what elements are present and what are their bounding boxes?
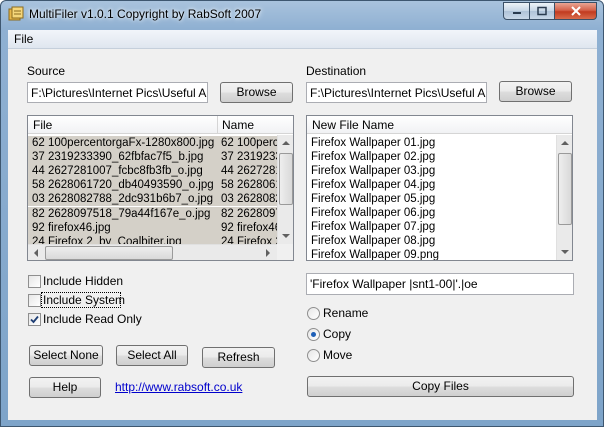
- rename-radio-label[interactable]: Rename: [323, 306, 368, 320]
- close-button[interactable]: [554, 2, 597, 20]
- name-cell: 82 2628097: [221, 207, 277, 220]
- name-cell: 44 2627281(: [221, 165, 277, 178]
- select-all-button[interactable]: Select All: [116, 345, 188, 366]
- column-divider[interactable]: [217, 116, 218, 134]
- file-cell: 58 2628061720_db40493590_o.jpg: [32, 179, 214, 192]
- rename-pattern-input[interactable]: 'Firefox Wallpaper |snt1-00|'.|oe: [306, 273, 574, 295]
- name-cell: 62 100perce: [221, 137, 277, 149]
- file-cell: 62 100percentorgaFx-1280x800.jpg: [32, 137, 215, 149]
- file-cell: 37 2319233390_62fbfac7f5_b.jpg: [32, 151, 204, 164]
- source-hscroll-thumb[interactable]: [45, 246, 173, 260]
- destination-vscroll-thumb[interactable]: [558, 153, 572, 225]
- refresh-button[interactable]: Refresh: [202, 347, 275, 368]
- select-none-button[interactable]: Select None: [29, 345, 103, 366]
- checkmark-icon: [30, 315, 39, 324]
- destination-list-header: New File Name: [307, 116, 572, 134]
- file-cell: 82 2628097518_79a44f167e_o.jpg: [32, 207, 211, 220]
- minimize-button[interactable]: [503, 2, 530, 20]
- help-button[interactable]: Help: [29, 377, 101, 398]
- name-cell: 58 2628061: [221, 179, 277, 192]
- list-item[interactable]: Firefox Wallpaper 02.jpg: [311, 150, 555, 164]
- scroll-right-icon[interactable]: [260, 245, 276, 261]
- destination-file-list[interactable]: New File Name Firefox Wallpaper 01.jpg Fi…: [306, 115, 573, 261]
- move-radio[interactable]: [307, 349, 320, 362]
- main-panel: Source F:\Pictures\Internet Pics\Useful …: [8, 49, 597, 420]
- list-item[interactable]: Firefox Wallpaper 05.jpg: [311, 192, 555, 206]
- scroll-down-icon[interactable]: [278, 228, 294, 244]
- source-path-input[interactable]: F:\Pictures\Internet Pics\Useful And: [27, 82, 208, 103]
- include-read-only-label[interactable]: Include Read Only: [43, 312, 142, 326]
- maximize-button[interactable]: [529, 2, 555, 20]
- source-label: Source: [27, 64, 66, 78]
- table-row[interactable]: 44 2627281007_fcbc8fb3fb_o.jpg 44 2627281…: [28, 164, 277, 179]
- include-hidden-label[interactable]: Include Hidden: [43, 274, 123, 288]
- file-cell: 03 2628082788_2dc931b6b7_o.jpg: [32, 193, 213, 206]
- rename-radio[interactable]: [307, 307, 320, 320]
- table-row[interactable]: 82 2628097518_79a44f167e_o.jpg 82 2628097: [28, 206, 277, 221]
- table-row[interactable]: 62 100percentorgaFx-1280x800.jpg 62 100pe…: [28, 136, 277, 150]
- source-file-list[interactable]: File Name 62 100percentorgaFx-1280x800.j…: [27, 115, 294, 261]
- list-item[interactable]: Firefox Wallpaper 03.jpg: [311, 164, 555, 178]
- window-title: MultiFiler v1.0.1 Copyright by RabSoft 2…: [29, 7, 262, 21]
- list-item[interactable]: Firefox Wallpaper 07.jpg: [311, 220, 555, 234]
- menu-bar: File: [8, 30, 597, 49]
- table-row[interactable]: 92 firefox46.jpg 92 firefox46: [28, 220, 277, 235]
- name-cell: 37 2319233: [221, 151, 277, 164]
- close-icon: [570, 6, 581, 16]
- include-system-checkbox[interactable]: [28, 294, 41, 307]
- source-horizontal-scrollbar[interactable]: [28, 244, 277, 261]
- scroll-up-icon[interactable]: [278, 135, 294, 151]
- column-header-name[interactable]: Name: [222, 118, 254, 132]
- app-window: MultiFiler v1.0.1 Copyright by RabSoft 2…: [0, 0, 604, 427]
- destination-vertical-scrollbar[interactable]: [556, 135, 573, 260]
- scroll-left-icon[interactable]: [28, 245, 44, 261]
- source-list-header: File Name: [28, 116, 293, 134]
- file-cell: 92 firefox46.jpg: [32, 221, 111, 234]
- radio-selected-dot: [311, 332, 316, 337]
- include-system-label[interactable]: Include System: [43, 293, 125, 307]
- destination-label: Destination: [306, 64, 367, 78]
- scroll-corner: [277, 244, 293, 260]
- include-read-only-checkbox[interactable]: [28, 313, 41, 326]
- file-cell: 44 2627281007_fcbc8fb3fb_o.jpg: [32, 165, 203, 178]
- scroll-up-icon[interactable]: [557, 135, 573, 151]
- destination-browse-button[interactable]: Browse: [499, 81, 572, 102]
- column-header-new-file-name[interactable]: New File Name: [312, 118, 394, 132]
- list-item[interactable]: Firefox Wallpaper 09.png: [311, 248, 555, 260]
- include-hidden-checkbox[interactable]: [28, 275, 41, 288]
- list-item[interactable]: Firefox Wallpaper 01.jpg: [311, 136, 555, 150]
- menu-file[interactable]: File: [14, 32, 33, 46]
- source-browse-button[interactable]: Browse: [220, 82, 293, 103]
- column-header-file[interactable]: File: [33, 118, 52, 132]
- copy-radio[interactable]: [307, 328, 320, 341]
- name-cell: 92 firefox46: [221, 221, 277, 234]
- list-item[interactable]: Firefox Wallpaper 06.jpg: [311, 206, 555, 220]
- table-row[interactable]: 37 2319233390_62fbfac7f5_b.jpg 37 2319233: [28, 150, 277, 165]
- name-cell: 03 2628082: [221, 193, 277, 206]
- rabsoft-website-link[interactable]: http://www.rabsoft.co.uk: [115, 380, 242, 394]
- minimize-icon: [512, 12, 521, 14]
- destination-path-input[interactable]: F:\Pictures\Internet Pics\Useful And: [306, 82, 487, 103]
- scroll-down-icon[interactable]: [557, 244, 573, 260]
- source-vertical-scrollbar[interactable]: [277, 135, 294, 244]
- maximize-icon: [537, 6, 547, 16]
- copy-files-button[interactable]: Copy Files: [307, 376, 574, 397]
- title-bar[interactable]: MultiFiler v1.0.1 Copyright by RabSoft 2…: [1, 1, 603, 29]
- copy-radio-label[interactable]: Copy: [323, 327, 351, 341]
- list-item[interactable]: Firefox Wallpaper 08.jpg: [311, 234, 555, 248]
- move-radio-label[interactable]: Move: [323, 348, 352, 362]
- table-row[interactable]: 03 2628082788_2dc931b6b7_o.jpg 03 2628082: [28, 192, 277, 207]
- table-row[interactable]: 58 2628061720_db40493590_o.jpg 58 2628061: [28, 178, 277, 193]
- source-vscroll-thumb[interactable]: [279, 153, 293, 205]
- app-icon: [8, 6, 24, 21]
- list-item[interactable]: Firefox Wallpaper 04.jpg: [311, 178, 555, 192]
